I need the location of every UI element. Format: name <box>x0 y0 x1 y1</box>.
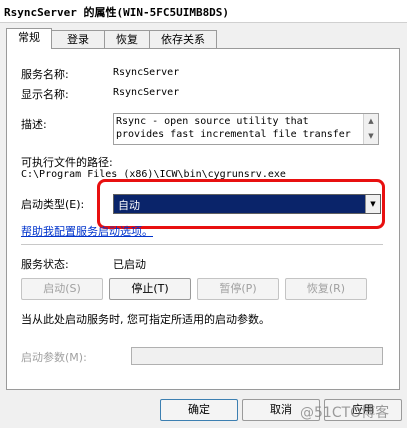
service-name-value: RsyncServer <box>113 67 180 78</box>
chevron-down-icon[interactable]: ▼ <box>365 195 380 213</box>
description-text: Rsync - open source utility that provide… <box>116 116 351 140</box>
startup-type-select[interactable]: 自动 ▼ <box>113 194 381 214</box>
title-bar: RsyncServer 的属性(WIN-5FC5UIMB8DS) <box>0 0 407 23</box>
start-params-input[interactable] <box>131 347 383 365</box>
ok-button[interactable]: 确定 <box>160 399 238 421</box>
window-title: RsyncServer 的属性(WIN-5FC5UIMB8DS) <box>4 6 230 19</box>
description-label: 描述: <box>21 118 47 131</box>
tab-recovery[interactable]: 恢复 <box>104 30 150 48</box>
display-name-label: 显示名称: <box>21 88 69 101</box>
startup-type-label: 启动类型(E): <box>21 198 85 211</box>
watermark: @51CTO博客 <box>300 405 390 421</box>
divider <box>21 244 383 245</box>
help-configure-link[interactable]: 帮助我配置服务启动选项。 <box>21 223 153 239</box>
tab-logon[interactable]: 登录 <box>51 30 105 48</box>
scroll-up-icon[interactable]: ▲ <box>364 114 378 128</box>
start-button[interactable]: 启动(S) <box>21 278 103 300</box>
general-panel: 服务名称: RsyncServer 显示名称: RsyncServer 描述: … <box>6 48 400 390</box>
exe-path-value: C:\Program Files (x86)\ICW\bin\cygrunsrv… <box>21 169 286 180</box>
service-status-label: 服务状态: <box>21 258 69 271</box>
description-box[interactable]: Rsync - open source utility that provide… <box>113 113 379 145</box>
service-name-label: 服务名称: <box>21 68 69 81</box>
stop-button[interactable]: 停止(T) <box>109 278 191 300</box>
start-params-hint: 当从此处启动服务时, 您可指定所适用的启动参数。 <box>21 313 270 326</box>
description-scrollbar[interactable]: ▲ ▼ <box>363 114 378 144</box>
tab-dependencies[interactable]: 依存关系 <box>149 30 217 48</box>
startup-type-value: 自动 <box>118 199 140 212</box>
resume-button[interactable]: 恢复(R) <box>285 278 367 300</box>
pause-button[interactable]: 暂停(P) <box>197 278 279 300</box>
scroll-down-icon[interactable]: ▼ <box>364 129 378 143</box>
service-status-value: 已启动 <box>113 258 146 271</box>
exe-path-label: 可执行文件的路径: <box>21 156 113 169</box>
start-params-label: 启动参数(M): <box>21 351 87 364</box>
tab-general[interactable]: 常规 <box>6 28 52 49</box>
display-name-value: RsyncServer <box>113 87 180 98</box>
